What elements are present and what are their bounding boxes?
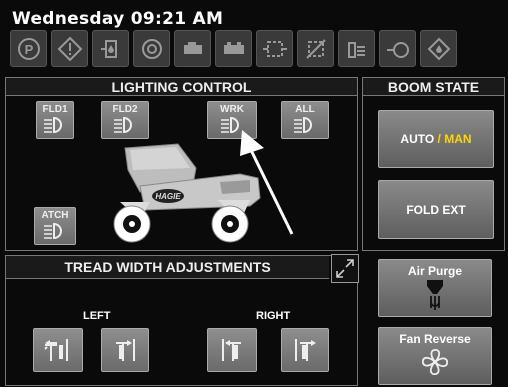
headlight-icon: [114, 116, 132, 134]
fan-reverse-label: Fan Reverse: [399, 332, 471, 346]
tread-widen-icon: [116, 339, 135, 361]
air-purge-button[interactable]: Air Purge: [378, 259, 492, 317]
right-label: RIGHT: [256, 310, 291, 322]
engine-check-icon: [133, 30, 170, 67]
fan-icon: [422, 349, 448, 375]
fold-ext-label: FOLD EXT: [406, 202, 466, 217]
headlight-icon: [44, 222, 62, 240]
warning-icon: [51, 30, 88, 67]
atch-light-button[interactable]: ATCH: [34, 207, 76, 245]
left-tread-narrow-button[interactable]: [33, 328, 83, 372]
fld1-label: FLD1: [42, 104, 68, 115]
coolant-icon: [379, 30, 416, 67]
headlight-icon: [44, 116, 62, 134]
atch-label: ATCH: [41, 210, 69, 221]
right-tread-narrow-button[interactable]: [207, 328, 257, 372]
tread-narrow-icon: [44, 339, 68, 361]
fold-ext-button[interactable]: FOLD EXT: [378, 180, 494, 239]
status-icon-bar: P: [10, 30, 504, 70]
left-label: LEFT: [83, 310, 111, 322]
fld2-light-button[interactable]: FLD2: [101, 101, 149, 139]
fld2-label: FLD2: [112, 104, 138, 115]
auto-label: AUTO: [400, 132, 435, 146]
dpf-icon: [256, 30, 293, 67]
mode-separator: /: [437, 132, 441, 146]
fld1-light-button[interactable]: FLD1: [36, 101, 74, 139]
boom-state-title: BOOM STATE: [363, 78, 504, 96]
parking-brake-icon: P: [10, 30, 47, 67]
air-purge-label: Air Purge: [407, 264, 462, 278]
def-icon: [338, 30, 375, 67]
date-time: Wednesday 09:21 AM: [12, 9, 224, 29]
tread-narrow-icon: [222, 339, 241, 361]
man-label: MAN: [444, 132, 472, 146]
svg-text:P: P: [24, 42, 33, 57]
wrk-label: WRK: [220, 104, 244, 115]
right-tread-widen-button[interactable]: [281, 328, 329, 372]
expand-icon[interactable]: [331, 254, 359, 283]
auto-man-button[interactable]: AUTO / MAN: [378, 110, 494, 168]
pointer-arrow: [240, 130, 294, 235]
battery-icon: [215, 30, 252, 67]
fuel-water-icon: [92, 30, 129, 67]
vehicle-brand-label: HAGIE: [155, 192, 181, 201]
fan-reverse-button[interactable]: Fan Reverse: [378, 327, 492, 385]
left-tread-widen-button[interactable]: [101, 328, 149, 372]
tread-width-title: TREAD WIDTH ADJUSTMENTS: [6, 256, 329, 279]
hydraulic-icon: [174, 30, 211, 67]
lighting-control-title: LIGHTING CONTROL: [6, 78, 357, 96]
oil-pressure-icon: [420, 30, 457, 67]
regen-inhibit-icon: [297, 30, 334, 67]
tread-widen-icon: [295, 339, 316, 361]
nozzle-purge-icon: [427, 280, 443, 310]
all-label: ALL: [295, 104, 315, 115]
